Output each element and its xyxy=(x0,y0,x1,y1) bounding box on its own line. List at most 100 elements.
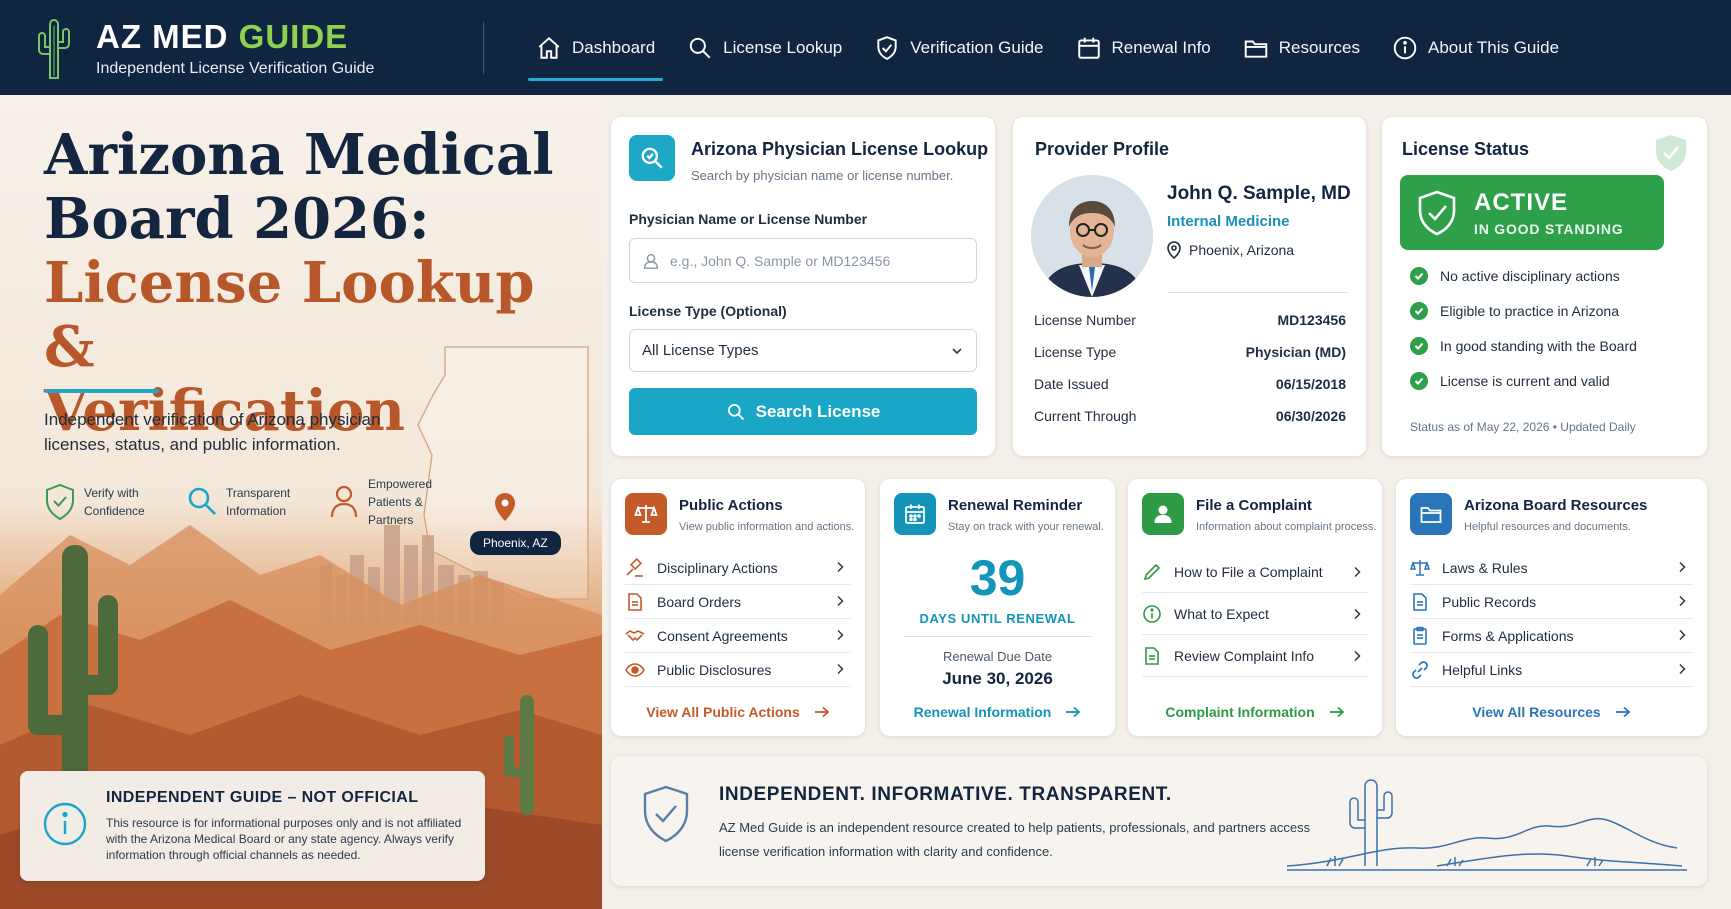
complaint-list: How to File a Complaint What to Expect R… xyxy=(1142,551,1368,677)
mission-banner: INDEPENDENT. INFORMATIVE. TRANSPARENT. A… xyxy=(611,756,1707,886)
nav-label: Verification Guide xyxy=(910,37,1044,57)
document-icon xyxy=(1413,592,1427,611)
arrow-right-icon xyxy=(814,706,830,718)
header-divider xyxy=(483,22,484,74)
status-footer: Status as of May 22, 2026 • Updated Dail… xyxy=(1410,420,1636,434)
check-icon xyxy=(1410,337,1428,355)
view-all-public-actions-link[interactable]: View All Public Actions xyxy=(611,704,865,720)
home-icon xyxy=(538,36,560,59)
check-icon xyxy=(1410,372,1428,390)
disclaimer-box: INDEPENDENT GUIDE – NOT OFFICIAL This re… xyxy=(20,771,485,881)
folder-icon xyxy=(1410,493,1452,535)
hero-panel: Arizona Medical Board 2026: License Look… xyxy=(0,95,602,909)
brand-title[interactable]: AZ MED GUIDE xyxy=(96,18,348,56)
physician-search-input[interactable]: e.g., John Q. Sample or MD123456 xyxy=(629,238,977,283)
public-actions-subtitle: View public information and actions. xyxy=(679,521,855,533)
file-complaint-card: File a Complaint Information about compl… xyxy=(1128,479,1382,736)
brand-subtitle: Independent License Verification Guide xyxy=(96,60,375,77)
feature-verify: Verify with Confidence xyxy=(44,475,168,529)
status-check-item: In good standing with the Board xyxy=(1410,337,1637,355)
scales-icon xyxy=(625,493,667,535)
chevron-right-icon xyxy=(1354,608,1361,620)
search-icon xyxy=(689,37,711,58)
list-item[interactable]: Public Disclosures xyxy=(625,653,851,687)
info-icon xyxy=(1393,36,1417,59)
eye-icon xyxy=(625,662,645,677)
shield-check-icon xyxy=(643,785,689,843)
hero-description: Independent verification of Arizona phys… xyxy=(44,410,381,454)
board-resources-card: Arizona Board Resources Helpful resource… xyxy=(1396,479,1707,736)
license-number-row: License Number MD123456 xyxy=(1034,312,1346,328)
nav-label: About This Guide xyxy=(1428,37,1560,57)
search-license-button[interactable]: Search License xyxy=(629,388,977,435)
chevron-right-icon xyxy=(1679,561,1686,573)
document-icon xyxy=(1145,646,1159,665)
provider-specialty: Internal Medicine xyxy=(1167,213,1290,230)
banner-text: AZ Med Guide is an independent resource … xyxy=(719,820,1311,859)
license-type-select[interactable]: All License Types xyxy=(629,329,977,372)
banner-title: INDEPENDENT. INFORMATIVE. TRANSPARENT. xyxy=(719,784,1172,805)
chevron-right-icon xyxy=(1354,566,1361,578)
avatar xyxy=(1031,175,1153,297)
complaint-subtitle: Information about complaint process. xyxy=(1196,521,1377,533)
complaint-title: File a Complaint xyxy=(1196,497,1312,514)
feature-empowered: Empowered Patients & Partners xyxy=(328,475,452,529)
list-item[interactable]: Disciplinary Actions xyxy=(625,551,851,585)
view-all-resources-link[interactable]: View All Resources xyxy=(1396,704,1707,720)
status-badge: ACTIVE IN GOOD STANDING xyxy=(1400,175,1664,250)
nav-label: Renewal Info xyxy=(1111,37,1211,57)
check-icon xyxy=(1410,267,1428,285)
list-item[interactable]: Laws & Rules xyxy=(1410,551,1693,585)
list-item[interactable]: Consent Agreements xyxy=(625,619,851,653)
lookup-card-icon xyxy=(629,135,675,181)
renewal-due-label: Renewal Due Date xyxy=(942,649,1053,664)
status-title: License Status xyxy=(1402,139,1530,159)
info-icon xyxy=(43,802,87,846)
chevron-right-icon xyxy=(837,561,844,573)
nav-about[interactable]: About This Guide xyxy=(1376,0,1575,95)
magnifier-icon xyxy=(188,487,216,515)
chevron-right-icon xyxy=(837,595,844,607)
license-type-value: All License Types xyxy=(642,342,759,359)
hero-features: Verify with Confidence Transparent Infor… xyxy=(44,475,452,529)
folder-icon xyxy=(1244,40,1268,58)
list-item[interactable]: Helpful Links xyxy=(1410,653,1693,687)
calendar-icon xyxy=(894,493,936,535)
list-item[interactable]: How to File a Complaint xyxy=(1142,551,1368,593)
hero-title: Arizona Medical Board 2026: License Look… xyxy=(44,122,554,444)
nav-resources[interactable]: Resources xyxy=(1227,0,1376,95)
nav-label: License Lookup xyxy=(723,37,843,57)
check-icon xyxy=(1410,302,1428,320)
disclaimer-text: This resource is for informational purpo… xyxy=(106,816,462,862)
status-active-text: ACTIVE xyxy=(1474,189,1569,216)
nav-dashboard[interactable]: Dashboard xyxy=(520,0,671,95)
clipboard-icon xyxy=(1413,626,1427,645)
top-navigation-bar: AZ MED GUIDE Independent License Verific… xyxy=(0,0,1731,95)
list-item[interactable]: What to Expect xyxy=(1142,593,1368,635)
nav-license-lookup[interactable]: License Lookup xyxy=(671,0,858,95)
info-icon xyxy=(1143,604,1161,623)
status-standing-text: IN GOOD STANDING xyxy=(1474,221,1624,237)
name-field-label: Physician Name or License Number xyxy=(629,211,868,227)
cactus-logo-icon xyxy=(38,19,70,79)
current-through-row: Current Through 06/30/2026 xyxy=(1034,408,1346,424)
link-icon xyxy=(1412,660,1428,679)
provider-location: Phoenix, Arizona xyxy=(1167,241,1294,259)
status-check-item: Eligible to practice in Arizona xyxy=(1410,302,1619,320)
hero-accent-rule xyxy=(45,389,159,393)
nav-verification-guide[interactable]: Verification Guide xyxy=(858,0,1059,95)
list-item[interactable]: Forms & Applications xyxy=(1410,619,1693,653)
lookup-subtitle: Search by physician name or license numb… xyxy=(691,168,954,183)
lookup-title: Arizona Physician License Lookup xyxy=(691,139,989,159)
status-check-item: No active disciplinary actions xyxy=(1410,267,1620,285)
days-until-renewal-label: DAYS UNTIL RENEWAL xyxy=(919,611,1076,626)
nav-renewal-info[interactable]: Renewal Info xyxy=(1060,0,1227,95)
shield-check-icon xyxy=(46,483,74,521)
list-item[interactable]: Board Orders xyxy=(625,585,851,619)
list-item[interactable]: Public Records xyxy=(1410,585,1693,619)
list-item[interactable]: Review Complaint Info xyxy=(1142,635,1368,677)
search-icon xyxy=(641,147,663,169)
renewal-information-link[interactable]: Renewal Information xyxy=(880,704,1115,720)
public-actions-card: Public Actions View public information a… xyxy=(611,479,865,736)
complaint-information-link[interactable]: Complaint Information xyxy=(1128,704,1382,720)
